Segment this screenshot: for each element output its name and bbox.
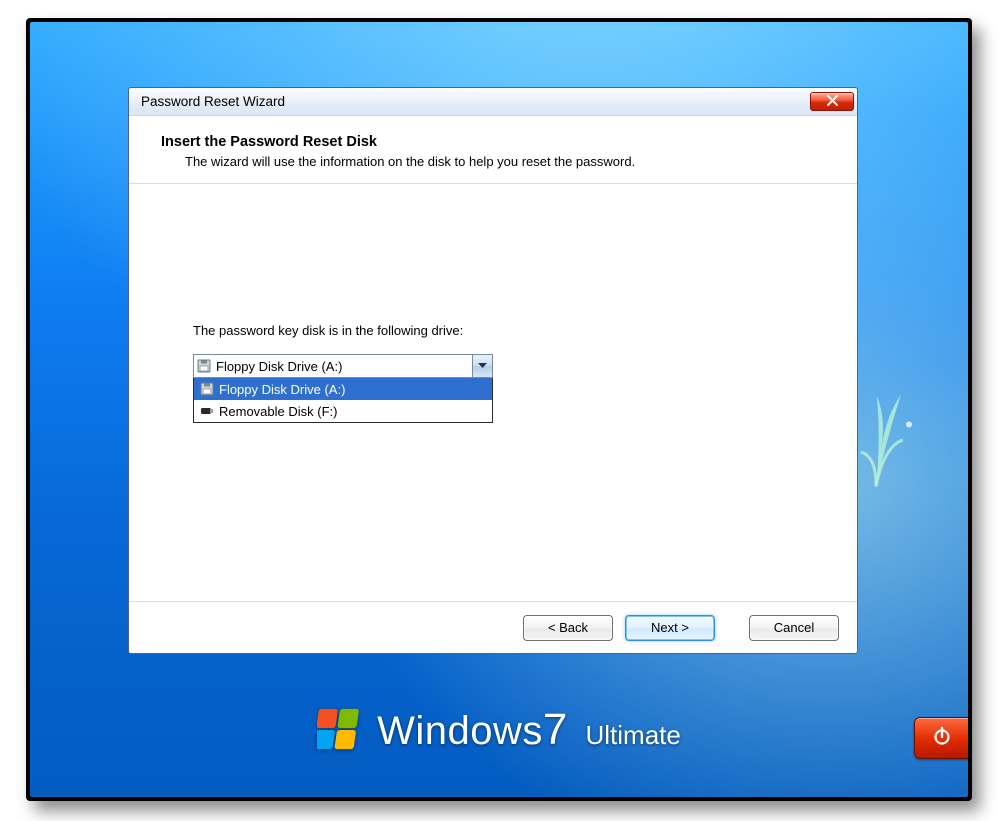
dropdown-arrow-icon[interactable] [472,355,492,377]
drive-select-list: Floppy Disk Drive (A:) Removable Disk (F… [193,378,493,423]
wizard-button-row: < Back Next > Cancel [129,601,857,653]
cancel-button[interactable]: Cancel [749,615,839,641]
close-icon [827,94,838,109]
floppy-icon [197,382,217,396]
drive-option-label: Removable Disk (F:) [217,404,337,419]
windows-logo-icon [317,707,363,753]
desktop-background: Password Reset Wizard Insert the Passwor… [30,22,968,797]
close-button[interactable] [810,92,854,111]
drive-option-label: Floppy Disk Drive (A:) [217,382,345,397]
drive-select-text: Floppy Disk Drive (A:) [214,359,472,374]
drive-option[interactable]: Floppy Disk Drive (A:) [194,378,492,400]
titlebar[interactable]: Password Reset Wizard [129,88,857,116]
header-title: Insert the Password Reset Disk [161,134,825,150]
drive-select-value[interactable]: Floppy Disk Drive (A:) [193,354,493,378]
back-button[interactable]: < Back [523,615,613,641]
windows-branding: Windows7 Ultimate [30,705,968,755]
next-button[interactable]: Next > [625,615,715,641]
drive-prompt-label: The password key disk is in the followin… [193,323,793,338]
drive-select[interactable]: Floppy Disk Drive (A:) [193,354,493,423]
brand-product: Windows [377,709,543,753]
wizard-header: Insert the Password Reset Disk The wizar… [129,116,857,184]
brand-version: 7 [543,705,568,754]
power-button[interactable] [914,717,968,759]
password-reset-wizard-window: Password Reset Wizard Insert the Passwor… [128,87,858,654]
drive-option[interactable]: Removable Disk (F:) [194,400,492,422]
floppy-icon [194,359,214,373]
power-icon [932,726,952,751]
windows-brand-text: Windows7 Ultimate [377,705,681,755]
brand-edition: Ultimate [586,720,681,750]
window-title: Password Reset Wizard [141,94,285,109]
wizard-body: The password key disk is in the followin… [129,184,857,601]
usb-drive-icon [197,406,217,416]
header-subtitle: The wizard will use the information on t… [185,154,825,169]
